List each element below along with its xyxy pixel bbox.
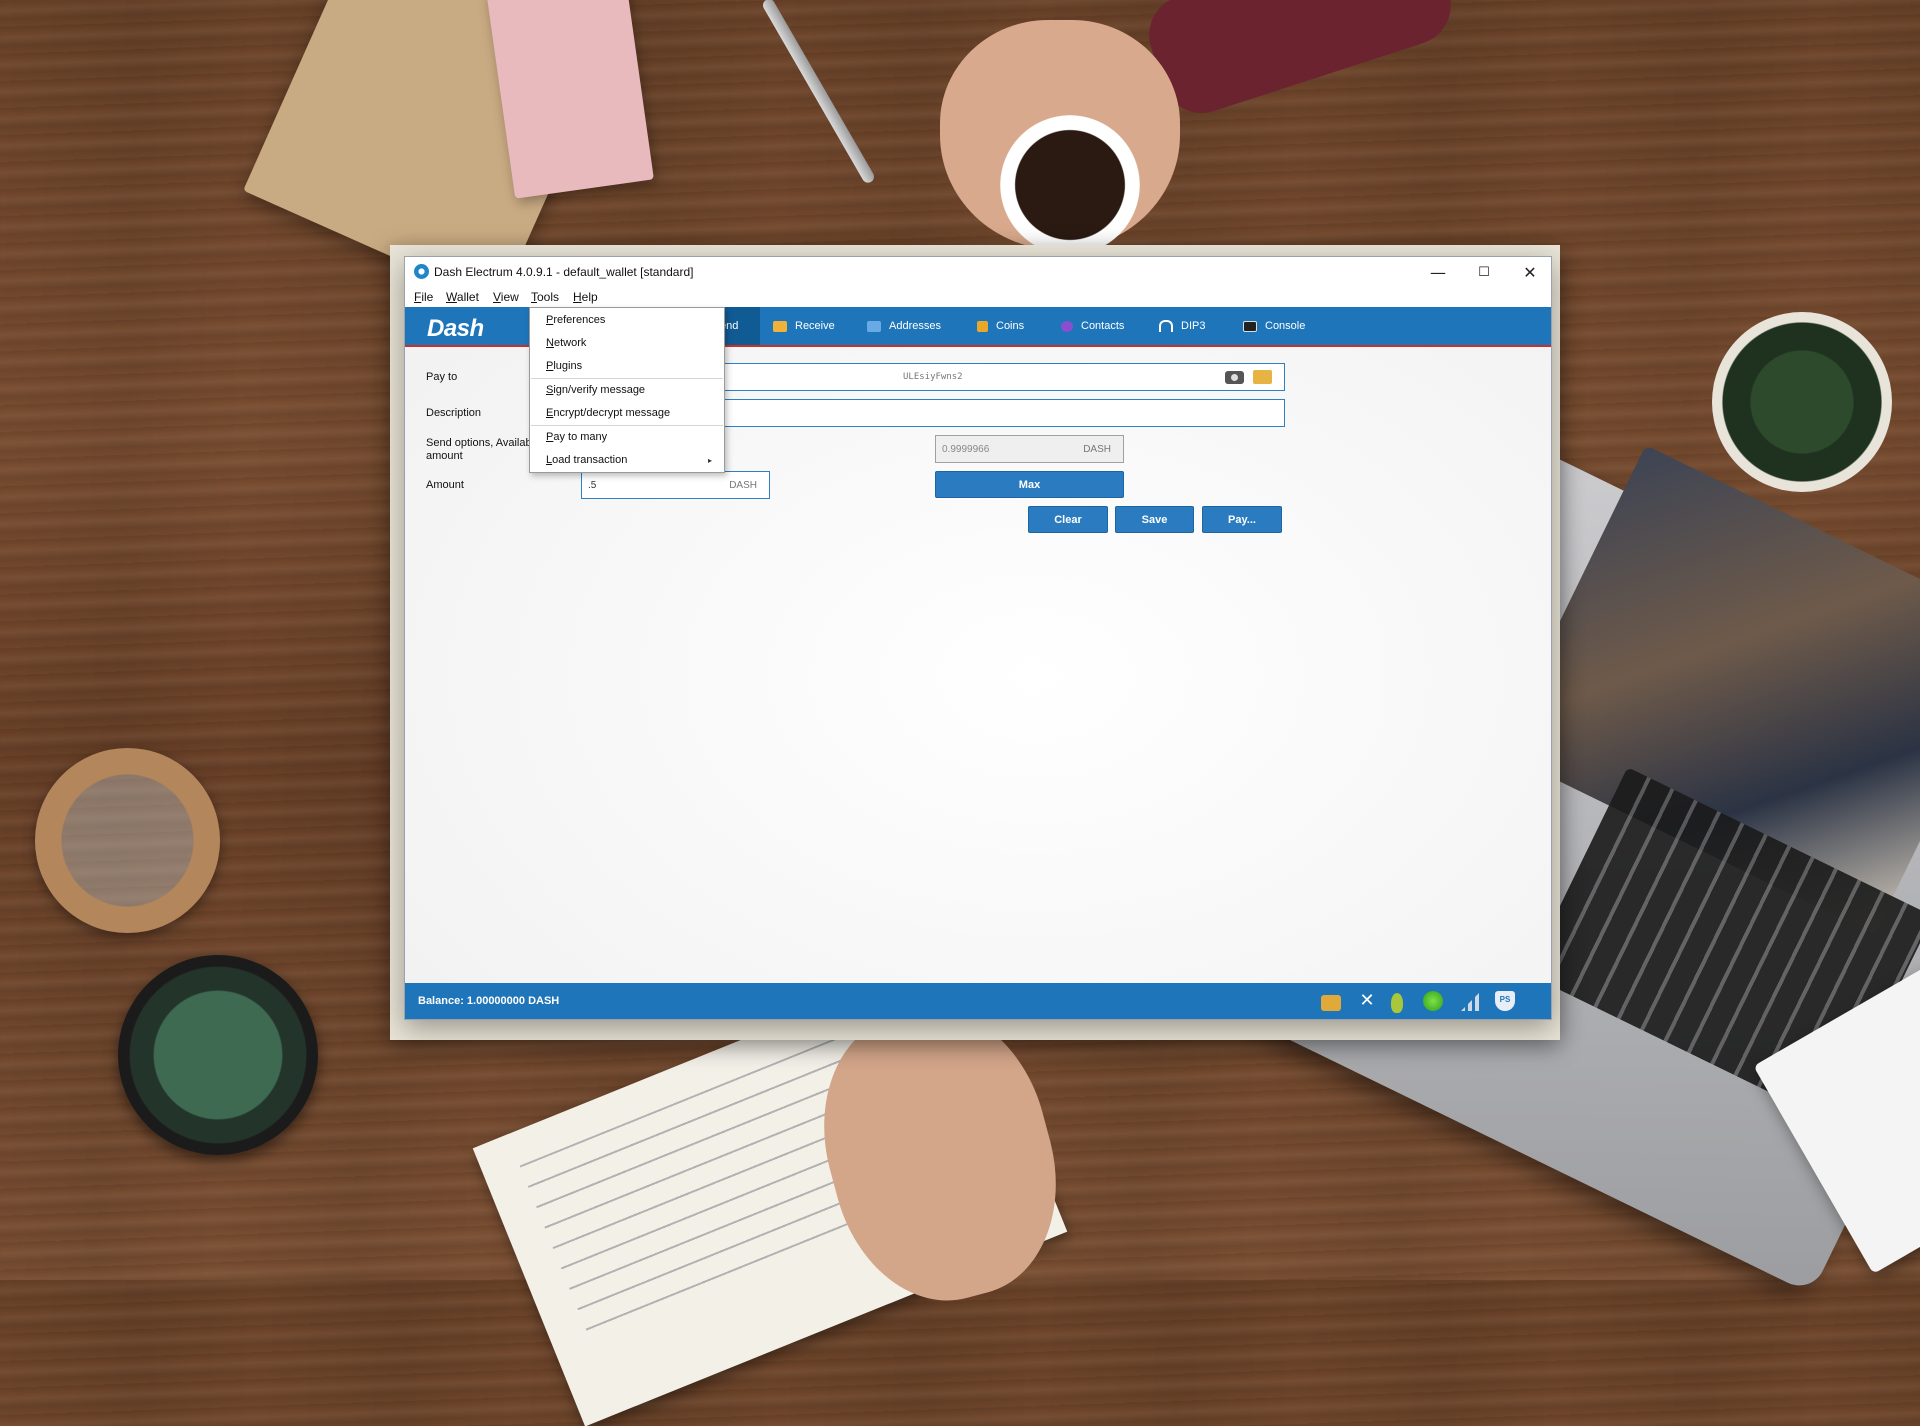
seed-icon[interactable] [1391, 993, 1403, 1013]
desk-arm [1138, 0, 1462, 124]
tab-receive[interactable]: Receive [773, 307, 835, 345]
tab-addresses-label: Addresses [889, 320, 941, 332]
available-amount-value: 0.9999966 [942, 444, 990, 455]
menu-help[interactable]: Help [573, 290, 598, 304]
coins-icon [977, 320, 988, 332]
tab-contacts-label: Contacts [1081, 320, 1125, 332]
app-window: Dash Electrum 4.0.9.1 - default_wallet [… [404, 256, 1552, 1020]
menu-tools[interactable]: Tools [531, 290, 559, 304]
send-options-label: Send options, Availab [426, 437, 532, 449]
close-button[interactable]: ✕ [1507, 257, 1553, 287]
menu-item-preferences[interactable]: Preferences [546, 314, 605, 326]
tab-console[interactable]: Console [1243, 307, 1305, 345]
title-bar[interactable]: Dash Electrum 4.0.9.1 - default_wallet [… [405, 257, 1551, 287]
network-status-icon[interactable] [1423, 991, 1443, 1011]
lock-icon[interactable] [1321, 995, 1341, 1011]
menu-item-pay-to-many[interactable]: Pay to many [546, 431, 607, 443]
minimize-button[interactable]: — [1415, 257, 1461, 287]
tab-dip3[interactable]: DIP3 [1159, 307, 1205, 345]
folder-icon[interactable] [1253, 370, 1272, 384]
tab-coins[interactable]: Coins [977, 307, 1024, 345]
amount-unit: DASH [729, 480, 757, 491]
menu-separator [531, 425, 723, 426]
menu-wallet[interactable]: Wallet [446, 290, 479, 304]
receive-icon [773, 320, 787, 332]
console-icon [1243, 320, 1257, 332]
dip3-icon [1159, 320, 1173, 332]
pay-button[interactable]: Pay... [1202, 506, 1282, 533]
contacts-icon [1061, 320, 1073, 332]
pay-to-value: ULEsiyFwns2 [903, 372, 963, 382]
pay-to-label: Pay to [426, 371, 458, 383]
menu-item-plugins[interactable]: Plugins [546, 360, 582, 372]
tools-menu-dropdown: Preferences Network Plugins Sign/verify … [529, 307, 725, 473]
tab-receive-label: Receive [795, 320, 835, 332]
tools-icon[interactable]: ✕ [1357, 991, 1377, 1011]
max-button[interactable]: Max [935, 471, 1124, 498]
desk-glass [35, 748, 220, 933]
menu-item-encrypt-decrypt[interactable]: Encrypt/decrypt message [546, 407, 670, 419]
send-options-amount-label: amount [426, 450, 463, 462]
menu-bar: File Wallet View Tools Help [405, 287, 1551, 307]
tab-console-label: Console [1265, 320, 1306, 332]
clear-button[interactable]: Clear [1028, 506, 1108, 533]
addresses-icon [867, 320, 881, 332]
desk-coffee-cup [1000, 115, 1140, 255]
privatesend-icon[interactable]: PS [1495, 991, 1515, 1011]
menu-item-load-transaction[interactable]: Load transaction [546, 454, 627, 466]
menu-separator [531, 378, 723, 379]
tab-addresses[interactable]: Addresses [867, 307, 941, 345]
available-amount-field: 0.9999966 DASH [935, 435, 1124, 463]
camera-icon[interactable] [1225, 371, 1244, 384]
menu-item-network[interactable]: Network [546, 337, 586, 349]
amount-field[interactable]: .5 DASH [581, 471, 770, 499]
window-title: Dash Electrum 4.0.9.1 - default_wallet [… [434, 265, 694, 279]
submenu-arrow-icon: ▸ [707, 456, 712, 465]
description-label: Description [426, 407, 482, 419]
dash-logo: Dash [427, 315, 484, 342]
menu-file[interactable]: File [414, 290, 433, 304]
balance-text: Balance: 1.00000000 DASH [418, 995, 560, 1007]
maximize-button[interactable]: ☐ [1461, 257, 1507, 287]
save-button[interactable]: Save [1115, 506, 1194, 533]
tab-contacts[interactable]: Contacts [1061, 307, 1124, 345]
tab-dip3-label: DIP3 [1181, 320, 1206, 332]
desk-cactus [118, 955, 318, 1155]
tab-coins-label: Coins [996, 320, 1025, 332]
desk-plant [1712, 312, 1892, 492]
signal-icon[interactable] [1461, 991, 1481, 1011]
menu-item-sign-verify[interactable]: Sign/verify message [546, 384, 645, 396]
dash-electrum-app-icon [414, 264, 429, 279]
desk-pen [760, 0, 877, 185]
amount-label: Amount [426, 479, 464, 491]
status-bar: Balance: 1.00000000 DASH ✕ PS [405, 983, 1551, 1019]
desk-pink-card [486, 0, 654, 199]
menu-view[interactable]: View [493, 290, 519, 304]
amount-value: .5 [588, 480, 597, 491]
available-amount-unit: DASH [1083, 444, 1111, 455]
